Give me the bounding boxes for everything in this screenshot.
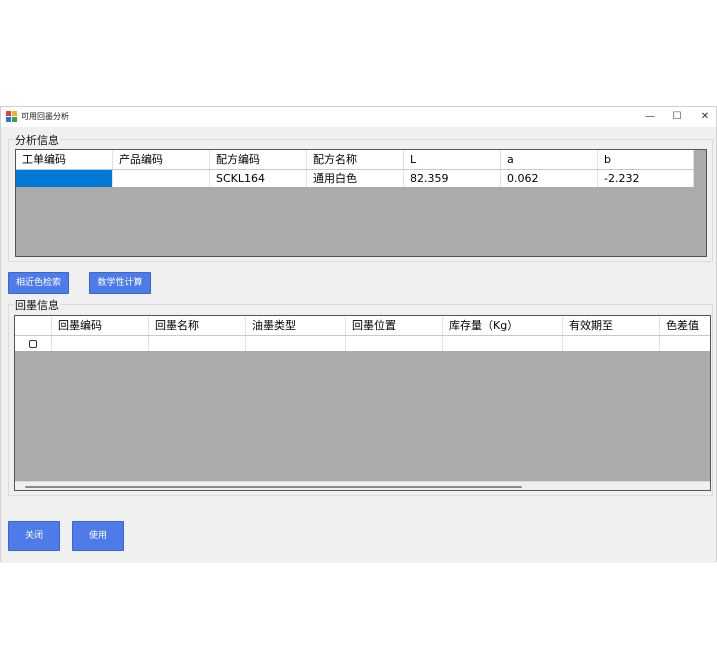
title-bar: 可用回墨分析 — ☐ ✕: [1, 107, 716, 127]
col-header-formula-name[interactable]: 配方名称: [307, 150, 404, 169]
table-row[interactable]: SCKL164 通用白色 82.359 0.062 -2.232: [16, 170, 694, 187]
ink-grid-header: 回墨编码 回墨名称 油墨类型 回墨位置 库存量（Kg） 有效期至 色差值: [15, 316, 710, 336]
cell-ink-code[interactable]: [52, 336, 149, 351]
cell-color-diff[interactable]: [660, 336, 710, 351]
col-header-ink-location[interactable]: 回墨位置: [346, 316, 443, 335]
similar-color-search-button[interactable]: 相近色检索: [8, 272, 69, 294]
maximize-icon[interactable]: ☐: [669, 109, 685, 125]
cell-work-order[interactable]: [16, 170, 113, 187]
cell-ink-type[interactable]: [246, 336, 346, 351]
row-checkbox[interactable]: [29, 340, 37, 348]
use-button[interactable]: 使用: [72, 521, 124, 551]
close-window-icon[interactable]: ✕: [697, 109, 713, 125]
analysis-group-label: 分析信息: [14, 132, 60, 148]
col-header-select[interactable]: [15, 316, 52, 335]
col-header-stock[interactable]: 库存量（Kg）: [443, 316, 563, 335]
col-header-b[interactable]: b: [598, 150, 694, 169]
analysis-group: 分析信息 工单编码 产品编码 配方编码 配方名称 L a b SCKL164 通…: [8, 132, 713, 262]
ink-group-label: 回墨信息: [14, 297, 60, 313]
col-header-a[interactable]: a: [501, 150, 598, 169]
col-header-expiry[interactable]: 有效期至: [563, 316, 660, 335]
scrollbar-thumb[interactable]: [25, 486, 522, 488]
col-header-ink-type[interactable]: 油墨类型: [246, 316, 346, 335]
row-checkbox-cell[interactable]: [15, 336, 52, 351]
cell-a[interactable]: 0.062: [501, 170, 598, 187]
col-header-ink-code[interactable]: 回墨编码: [52, 316, 149, 335]
cell-l[interactable]: 82.359: [404, 170, 501, 187]
col-header-ink-name[interactable]: 回墨名称: [149, 316, 246, 335]
horizontal-scrollbar[interactable]: [15, 481, 710, 490]
main-window: 可用回墨分析 — ☐ ✕ 分析信息 工单编码 产品编码 配方编码 配方名称 L …: [0, 106, 717, 563]
cell-ink-name[interactable]: [149, 336, 246, 351]
cell-expiry[interactable]: [563, 336, 660, 351]
col-header-color-diff[interactable]: 色差值: [660, 316, 710, 335]
table-row[interactable]: [15, 336, 710, 351]
col-header-formula-code[interactable]: 配方编码: [210, 150, 307, 169]
app-icon: [6, 111, 17, 122]
cell-b[interactable]: -2.232: [598, 170, 694, 187]
math-calc-button[interactable]: 数学性计算: [89, 272, 151, 294]
close-button[interactable]: 关闭: [8, 521, 60, 551]
col-header-work-order[interactable]: 工单编码: [16, 150, 113, 169]
analysis-grid[interactable]: 工单编码 产品编码 配方编码 配方名称 L a b SCKL164 通用白色 8…: [15, 149, 707, 257]
ink-group: 回墨信息 回墨编码 回墨名称 油墨类型 回墨位置 库存量（Kg） 有效期至 色差…: [8, 297, 713, 496]
col-header-l[interactable]: L: [404, 150, 501, 169]
cell-formula-name[interactable]: 通用白色: [307, 170, 404, 187]
col-header-product-code[interactable]: 产品编码: [113, 150, 210, 169]
window-body: 分析信息 工单编码 产品编码 配方编码 配方名称 L a b SCKL164 通…: [1, 127, 716, 563]
cell-stock[interactable]: [443, 336, 563, 351]
cell-product-code[interactable]: [113, 170, 210, 187]
analysis-grid-header: 工单编码 产品编码 配方编码 配方名称 L a b: [16, 150, 694, 170]
minimize-icon[interactable]: —: [642, 109, 658, 125]
ink-grid[interactable]: 回墨编码 回墨名称 油墨类型 回墨位置 库存量（Kg） 有效期至 色差值: [14, 315, 711, 491]
cell-formula-code[interactable]: SCKL164: [210, 170, 307, 187]
cell-ink-location[interactable]: [346, 336, 443, 351]
window-title: 可用回墨分析: [21, 112, 69, 121]
